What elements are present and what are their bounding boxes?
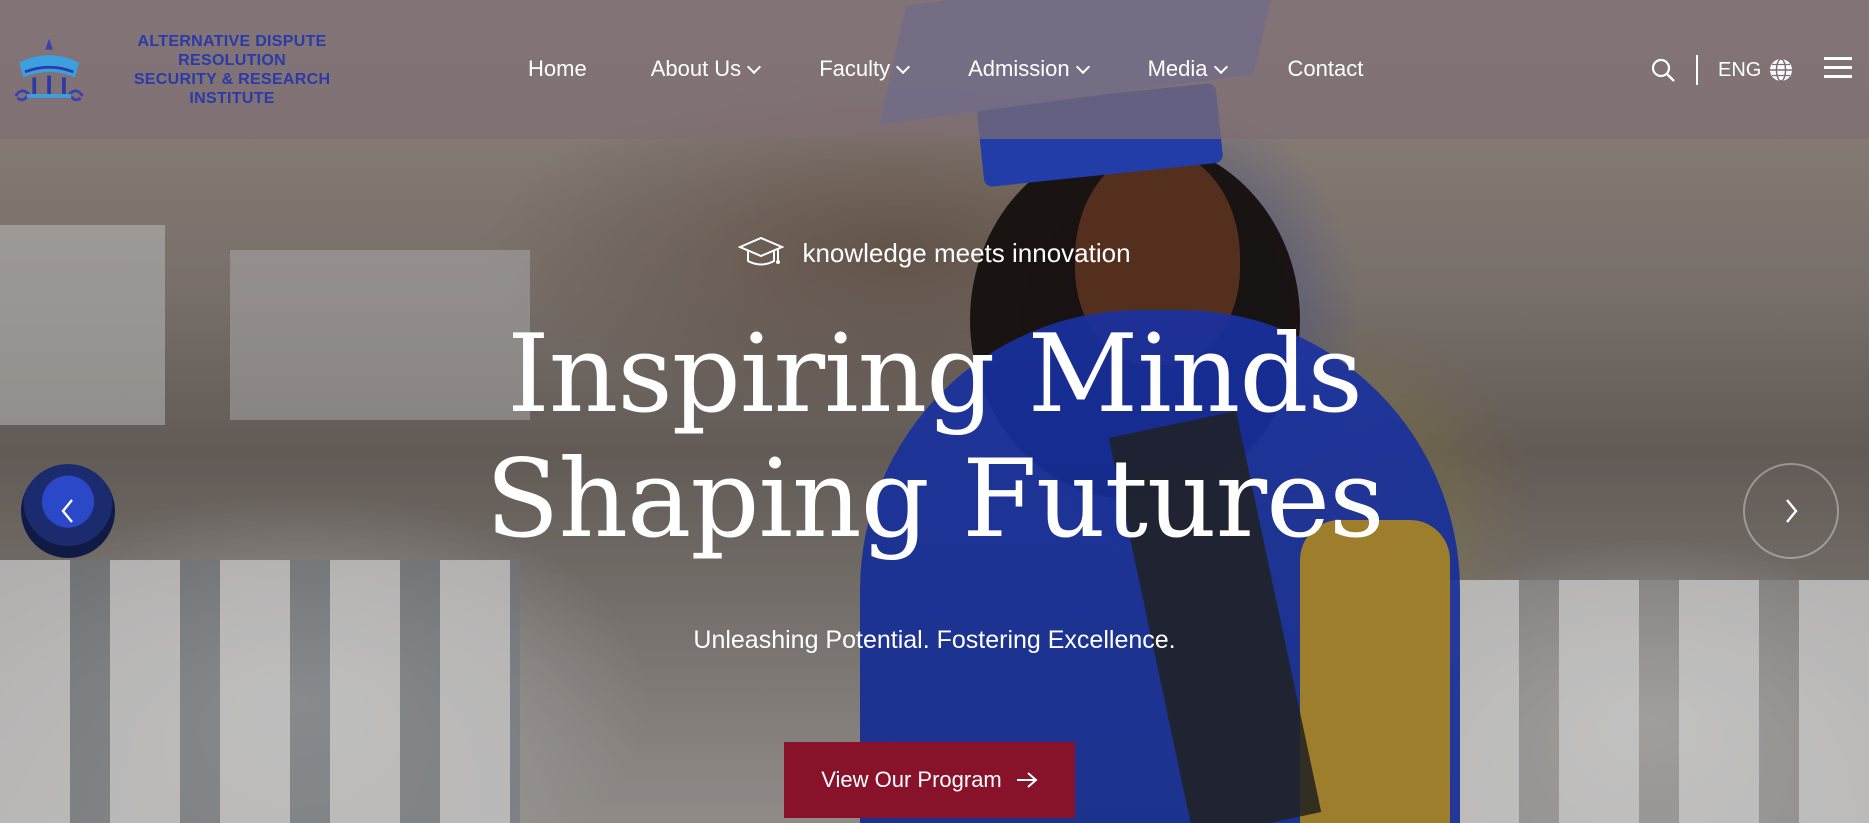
chevron-down-icon	[896, 59, 911, 75]
logo-emblem-icon	[14, 38, 84, 102]
logo-line-2: SECURITY & RESEARCH INSTITUTE	[133, 71, 331, 107]
hero-headline-line-2: Shaping Futures	[485, 437, 1384, 562]
arrow-right-icon	[1016, 772, 1038, 788]
search-icon[interactable]	[1650, 57, 1676, 83]
chevron-right-icon	[1786, 499, 1798, 523]
site-logo[interactable]: ALTERNATIVE DISPUTE RESOLUTION SECURITY …	[12, 32, 372, 108]
nav-about-us-label: About Us	[650, 56, 742, 81]
hero-tagline-text: knowledge meets innovation	[802, 237, 1131, 268]
tools-divider	[1696, 55, 1698, 85]
nav-about-us[interactable]: About Us	[650, 52, 762, 86]
next-slide-button[interactable]	[1743, 463, 1839, 559]
hero-headline-line-1: Inspiring Minds	[507, 312, 1363, 437]
nav-contact[interactable]: Contact	[1288, 52, 1364, 86]
nav-admission-label: Admission	[968, 56, 1070, 81]
view-program-button[interactable]: View Our Program	[784, 742, 1075, 818]
view-program-label: View Our Program	[821, 767, 1002, 792]
hero-tagline: knowledge meets innovation	[0, 236, 1869, 270]
hero-subline: Unleashing Potential. Fostering Excellen…	[693, 626, 1176, 654]
nav-media[interactable]: Media	[1147, 52, 1228, 86]
chevron-down-icon	[747, 59, 762, 75]
header-tools: ENG	[1650, 52, 1793, 88]
main-nav: Home About Us Faculty Admission Media Co…	[528, 52, 1363, 86]
logo-text: ALTERNATIVE DISPUTE RESOLUTION SECURITY …	[92, 32, 372, 108]
nav-faculty-label: Faculty	[819, 56, 891, 81]
nav-media-label: Media	[1147, 56, 1208, 81]
chevron-down-icon	[1213, 59, 1228, 75]
logo-line-1: ALTERNATIVE DISPUTE RESOLUTION	[137, 33, 327, 69]
previous-slide-thumbnail[interactable]	[21, 464, 115, 558]
nav-home[interactable]: Home	[528, 52, 587, 86]
hero-banner: ALTERNATIVE DISPUTE RESOLUTION SECURITY …	[0, 0, 1869, 823]
language-label: ENG	[1718, 58, 1762, 81]
graduation-cap-icon	[738, 236, 785, 266]
nav-admission[interactable]: Admission	[968, 52, 1090, 86]
nav-faculty[interactable]: Faculty	[819, 52, 911, 86]
hamburger-menu-icon[interactable]	[1824, 57, 1852, 79]
globe-icon	[1770, 58, 1793, 82]
language-selector[interactable]: ENG	[1718, 58, 1793, 82]
chevron-left-icon	[61, 499, 73, 523]
nav-home-label: Home	[528, 56, 587, 81]
nav-contact-label: Contact	[1287, 56, 1364, 81]
site-header: ALTERNATIVE DISPUTE RESOLUTION SECURITY …	[0, 0, 1869, 139]
chevron-down-icon	[1075, 59, 1090, 75]
